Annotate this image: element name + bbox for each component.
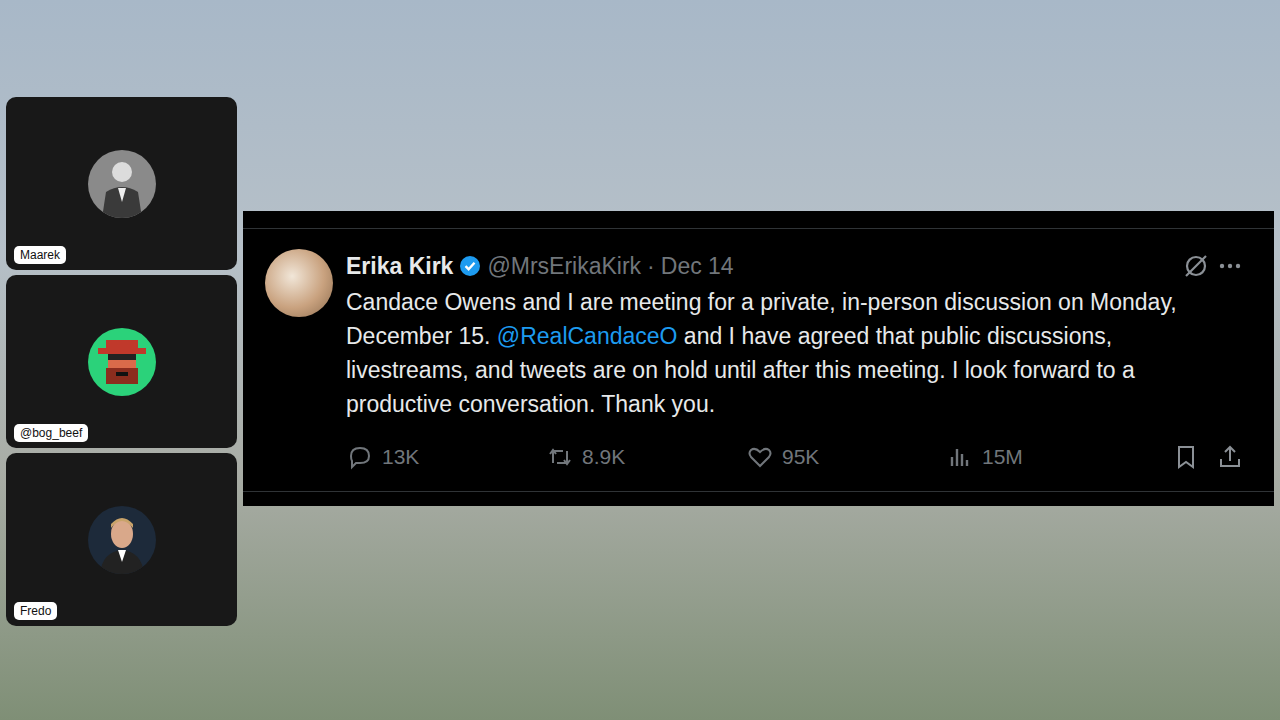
share-icon[interactable] [1216,443,1244,471]
author-avatar[interactable] [265,249,333,317]
participant-avatar [88,150,156,218]
tweet-card: Erika Kirk @MrsErikaKirk·Dec 14 Candace Ow… [243,211,1274,506]
participant-card[interactable]: Maarek [6,97,237,270]
mention-link[interactable]: @RealCandaceO [497,323,678,349]
heart-icon [746,443,774,471]
like-button[interactable]: 95K [746,443,930,471]
pixel-wizard-icon [88,328,156,396]
participant-list: Maarek @bog_beef Fredo [6,97,237,626]
tweet-body: Erika Kirk @MrsErikaKirk·Dec 14 Candace Ow… [243,228,1274,492]
more-icon[interactable] [1216,252,1244,280]
separator: · [647,253,655,280]
author-name[interactable]: Erika Kirk [346,253,453,280]
views-button[interactable]: 15M [946,443,1130,471]
author-handle[interactable]: @MrsErikaKirk [487,253,641,280]
tweet-text: Candace Owens and I are meeting for a pr… [346,285,1216,421]
participant-card[interactable]: Fredo [6,453,237,626]
tweet-date[interactable]: Dec 14 [661,253,734,280]
background-photo: Maarek @bog_beef Fredo Erika Kirk @MrsErikaK… [0,0,1280,720]
participant-card[interactable]: @bog_beef [6,275,237,448]
man-portrait-icon [88,506,156,574]
participant-avatar [88,506,156,574]
bookmark-icon[interactable] [1172,443,1200,471]
retweet-button[interactable]: 8.9K [546,443,730,471]
participant-name: Maarek [14,246,66,264]
tweet-header: Erika Kirk @MrsErikaKirk·Dec 14 [346,249,1244,283]
tweet-content: Erika Kirk @MrsErikaKirk·Dec 14 Candace Ow… [346,249,1244,471]
reply-button[interactable]: 13K [346,443,530,471]
participant-avatar [88,328,156,396]
reply-icon [346,443,374,471]
views-icon [946,443,974,471]
man-portrait-icon [88,150,156,218]
retweet-icon [546,443,574,471]
verified-icon [459,255,481,277]
participant-name: @bog_beef [14,424,88,442]
grok-icon[interactable] [1182,252,1210,280]
participant-name: Fredo [14,602,57,620]
tweet-actions: 13K 8.9K 95K 15M [346,443,1244,471]
